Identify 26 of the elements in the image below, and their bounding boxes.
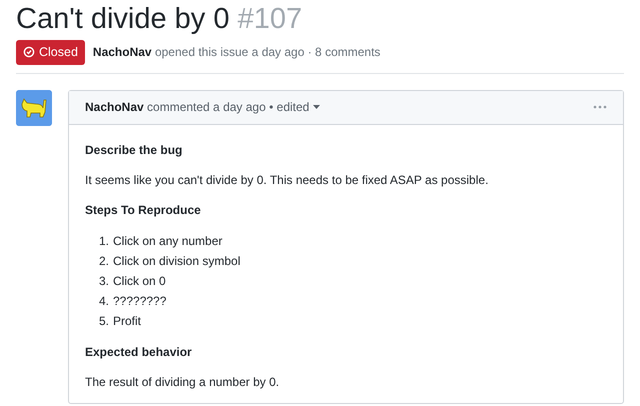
list-item: Click on 0 bbox=[113, 272, 166, 290]
edited-dropdown[interactable]: edited bbox=[276, 98, 320, 116]
list-item: Click on division symbol bbox=[113, 252, 240, 270]
section-heading: Expected behavior bbox=[85, 344, 193, 361]
list-number: 3. bbox=[98, 272, 109, 290]
list-item: ???????? bbox=[113, 292, 166, 310]
section-heading: Describe the bug bbox=[85, 142, 184, 159]
list-item: Click on any number bbox=[113, 232, 222, 250]
list-number: 1. bbox=[98, 232, 109, 250]
more-options-icon[interactable] bbox=[593, 105, 607, 110]
caret-icon bbox=[312, 105, 320, 110]
status-badge: Closed bbox=[16, 40, 85, 65]
paragraph: It seems like you can't divide by 0. This needs to be fixed ASAP as possible. bbox=[85, 172, 490, 189]
issue-meta: opened this issue a day ago · 8 comments bbox=[154, 45, 380, 60]
author-link[interactable]: NachoNav bbox=[92, 45, 152, 60]
list-item: Profit bbox=[113, 312, 142, 330]
list-number: 4. bbox=[98, 292, 109, 310]
paragraph: The result of dividing a number by 0. bbox=[85, 374, 280, 391]
list-number: 5. bbox=[98, 312, 109, 330]
section-heading: Steps To Reproduce bbox=[85, 202, 202, 219]
issue-title: Can't divide by 0 bbox=[16, 3, 230, 35]
cat-avatar-icon bbox=[16, 90, 52, 126]
list-number: 2. bbox=[98, 252, 109, 270]
issue-number: #107 bbox=[238, 3, 302, 35]
author-link[interactable]: NachoNav bbox=[85, 100, 144, 114]
comment-meta: commented a day ago • bbox=[147, 100, 274, 114]
